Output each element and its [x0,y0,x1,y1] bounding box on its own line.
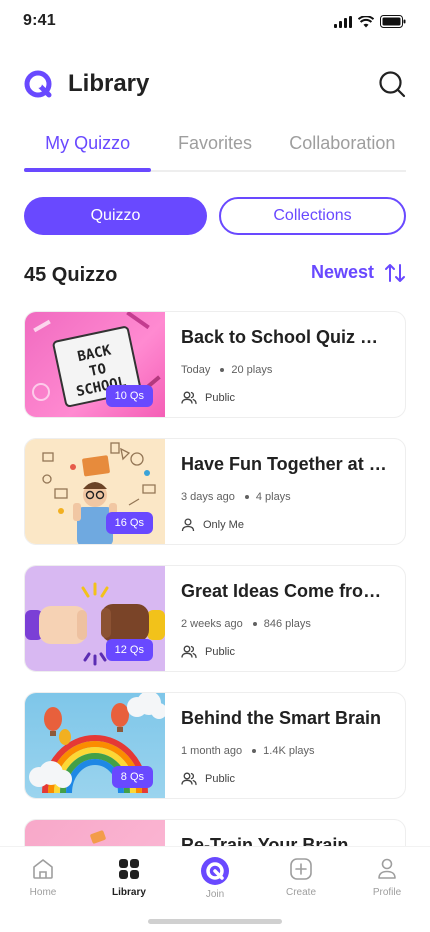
visibility-label: Only Me [203,519,244,531]
quiz-visibility: Public [181,772,389,786]
quiz-card[interactable]: 16 Qs Have Fun Together at School 3 days… [24,438,406,545]
quiz-card[interactable]: 8 Qs Behind the Smart Brain 1 month ago … [24,692,406,799]
nav-label: Library [112,887,146,898]
quiz-date: Today [181,364,211,376]
quiz-visibility: Only Me [181,518,389,532]
quiz-visibility: Public [181,645,389,659]
list-header: 45 Quizzo Newest [24,262,406,288]
nav-join[interactable]: Join [172,857,258,900]
quiz-info: Have Fun Together at School 3 days ago 4… [165,439,405,544]
page-title: Library [68,70,150,97]
quiz-thumbnail: 16 Qs [25,439,165,544]
user-icon [181,518,195,532]
signal-icon [334,15,352,28]
visibility-label: Public [205,773,235,785]
quiz-thumbnail: BACK TO SCHOOL 10 Qs [25,312,165,417]
join-icon[interactable] [201,857,229,885]
home-indicator [148,919,282,924]
wifi-icon [358,15,374,27]
quiz-count: 45 Quizzo [24,263,118,286]
sort-icon[interactable] [384,263,406,283]
quiz-title: Have Fun Together at School [181,454,389,474]
quiz-meta: 2 weeks ago 846 plays [181,618,389,630]
quiz-meta: 1 month ago 1.4K plays [181,745,389,757]
library-tabs: My Quizzo Favorites Collaboration [24,124,406,172]
quiz-date: 3 days ago [181,491,235,503]
quiz-info: Great Ideas Come from Teamwork 2 weeks a… [165,566,405,671]
nav-label: Profile [372,887,402,898]
quiz-plays: 846 plays [263,618,311,630]
nav-library[interactable]: Library [86,857,172,900]
quiz-title: Back to School Quiz Game [181,327,389,347]
quiz-plays: 20 plays [231,364,273,376]
question-count-badge: 16 Qs [105,512,153,534]
profile-icon[interactable] [375,857,399,881]
tab-my-quizzo[interactable]: My Quizzo [24,124,152,172]
question-count-badge: 12 Qs [105,639,153,661]
quiz-list: BACK TO SCHOOL 10 Qs Back to School Quiz… [24,311,406,932]
quiz-title: Behind the Smart Brain [181,708,382,728]
quizzo-button[interactable]: Quizzo [24,197,207,235]
quiz-plays: 4 plays [255,491,291,503]
nav-home[interactable]: Home [0,857,86,900]
nav-label: Home [29,887,57,898]
question-count-badge: 8 Qs [111,766,153,788]
quiz-thumbnail: 8 Qs [25,693,165,798]
quiz-date: 1 month ago [181,745,243,757]
users-icon [181,772,197,786]
grid-icon[interactable] [117,857,141,881]
nav-label: Join [205,889,225,900]
quiz-card[interactable]: 12 Qs Great Ideas Come from Teamwork 2 w… [24,565,406,672]
quiz-info: Behind the Smart Brain 1 month ago 1.4K … [165,693,405,798]
question-count-badge: 10 Qs [105,385,153,407]
quiz-info: Back to School Quiz Game Today 20 plays … [165,312,405,417]
quiz-date: 2 weeks ago [181,618,243,630]
quiz-thumbnail: 12 Qs [25,566,165,671]
quiz-plays: 1.4K plays [263,745,315,757]
collections-button[interactable]: Collections [219,197,406,235]
nav-label: Create [285,887,316,898]
bottom-navigation: Home Library Join Create Profile [0,846,430,932]
quiz-title: Great Ideas Come from Teamwork [181,581,389,601]
plus-square-icon[interactable] [289,857,313,881]
tab-collaboration[interactable]: Collaboration [279,124,406,170]
status-bar: 9:41 [0,0,430,44]
users-icon [181,391,197,405]
quiz-meta: 3 days ago 4 plays [181,491,389,503]
quiz-card[interactable]: BACK TO SCHOOL 10 Qs Back to School Quiz… [24,311,406,418]
app-header: Library [24,62,406,106]
content-type-switch: Quizzo Collections [24,197,406,235]
users-icon [181,645,197,659]
visibility-label: Public [205,392,235,404]
status-icons [334,15,406,28]
dot-separator [252,749,257,753]
sort-label[interactable]: Newest [311,262,374,283]
quizzo-logo-icon [24,70,52,98]
dot-separator [220,368,225,372]
visibility-label: Public [205,646,235,658]
tab-favorites[interactable]: Favorites [151,124,278,170]
battery-icon [380,15,406,28]
dot-separator [252,622,257,626]
search-icon[interactable] [378,70,406,98]
sort-control[interactable]: Newest [311,262,406,283]
quiz-visibility: Public [181,391,389,405]
nav-create[interactable]: Create [258,857,344,900]
home-icon[interactable] [31,857,55,881]
dot-separator [244,495,249,499]
nav-profile[interactable]: Profile [344,857,430,900]
status-time: 9:41 [23,12,56,29]
quiz-meta: Today 20 plays [181,364,389,376]
